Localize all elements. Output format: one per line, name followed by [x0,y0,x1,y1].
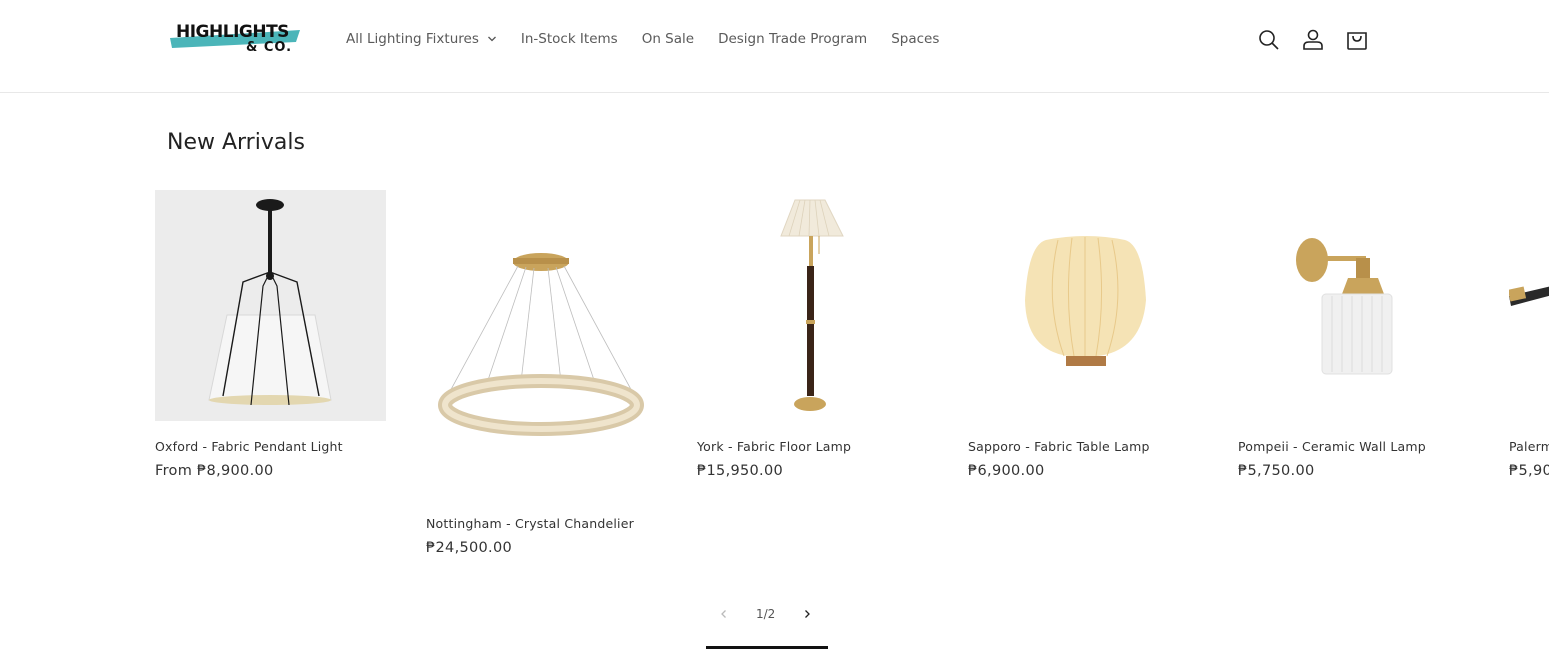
nav-label: Design Trade Program [718,31,868,47]
slider-prev-button[interactable] [714,604,734,624]
logo-text: HIGHLIGHTS [176,22,289,42]
product-card-clipped: Palerm ₱5,90 [1509,190,1549,490]
search-icon[interactable] [1256,27,1282,53]
slider-next-button[interactable] [797,604,817,624]
product-image[interactable] [426,190,657,498]
product-price: ₱5,750.00 [1238,463,1315,479]
floor-lamp-image [780,199,844,411]
product-price: ₱5,90 [1509,463,1549,479]
section-title: New Arrivals [167,130,305,155]
linear-light-image [1509,286,1549,306]
wall-lamp-image [1296,238,1393,375]
brand-logo[interactable]: HIGHLIGHTS & CO. [168,20,304,60]
nav-label: On Sale [641,31,695,47]
nav-design-trade-program[interactable]: Design Trade Program [718,31,867,47]
product-name[interactable]: Palerm [1509,439,1549,454]
chevron-right-icon [805,610,811,618]
product-card[interactable]: Sapporo - Fabric Table Lamp ₱6,900.00 [968,190,1199,479]
cart-icon[interactable] [1344,27,1370,53]
logo-subtext: & CO. [246,40,293,55]
product-card[interactable]: York - Fabric Floor Lamp ₱15,950.00 [697,190,928,479]
product-image[interactable] [968,190,1199,421]
nav-label: Spaces [891,31,940,47]
slider-progress-bar [706,646,828,649]
table-lamp-image [1025,236,1146,366]
product-card[interactable]: Pompeii - Ceramic Wall Lamp ₱5,750.00 [1238,190,1469,479]
product-price: ₱24,500.00 [426,540,513,556]
nav-on-sale[interactable]: On Sale [642,31,694,47]
nav-in-stock-items[interactable]: In-Stock Items [521,31,618,47]
header-icons [1256,27,1388,53]
product-name[interactable]: Sapporo - Fabric Table Lamp [968,439,1199,454]
product-image[interactable] [1238,190,1469,421]
nav-spaces[interactable]: Spaces [891,31,939,47]
chevron-left-icon [721,610,726,618]
product-name[interactable]: York - Fabric Floor Lamp [697,439,928,454]
nav-label: In-Stock Items [520,31,618,47]
slider-pagination: 1/2 [714,604,817,624]
slider-counter: 1/2 [756,607,776,621]
pendant-light-image [155,190,386,421]
product-name[interactable]: Nottingham - Crystal Chandelier [426,516,657,531]
product-card[interactable]: Nottingham - Crystal Chandelier ₱24,500.… [426,190,657,556]
product-name[interactable]: Pompeii - Ceramic Wall Lamp [1238,439,1469,454]
chevron-down-icon [487,36,496,42]
account-icon[interactable] [1300,27,1326,53]
main-nav: All Lighting Fixtures In-Stock Items On … [346,31,963,47]
product-image[interactable] [1509,190,1549,421]
chandelier-image [438,253,644,436]
product-card[interactable]: Palerm ₱5,90 [1509,190,1549,479]
site-header: HIGHLIGHTS & CO. All Lighting Fixtures I… [0,0,1549,93]
product-card[interactable]: Oxford - Fabric Pendant Light From ₱8,90… [155,190,386,479]
product-price: From ₱8,900.00 [155,463,274,479]
product-image[interactable] [155,190,386,421]
product-price: ₱6,900.00 [968,463,1045,479]
product-image[interactable] [697,190,928,421]
nav-all-lighting-fixtures[interactable]: All Lighting Fixtures [346,31,497,47]
product-price: ₱15,950.00 [697,463,784,479]
nav-label: All Lighting Fixtures [346,31,479,47]
product-name[interactable]: Oxford - Fabric Pendant Light [155,439,386,454]
